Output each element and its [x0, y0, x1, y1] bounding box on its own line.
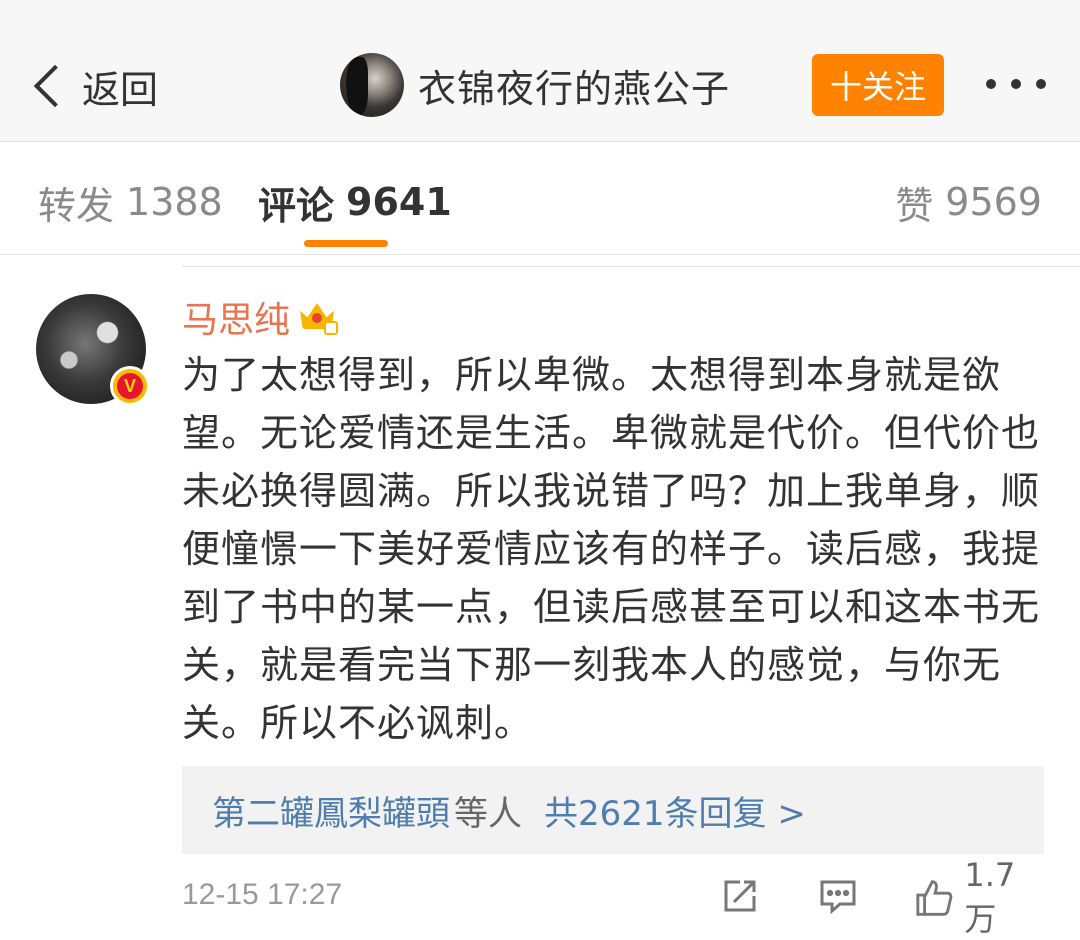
- comment-item: V 马思纯 为了太想得到，所以卑微。太想得到本身就是欲望。无论爱情还是生活。卑微…: [0, 266, 1080, 940]
- share-icon[interactable]: [720, 876, 760, 920]
- tab-like[interactable]: 赞 9569: [895, 177, 1042, 228]
- replies-count[interactable]: 共2621条回复 >: [544, 786, 806, 835]
- like-icon: [916, 880, 953, 916]
- like-button[interactable]: 1.7万: [914, 856, 1044, 938]
- back-chevron-icon: [33, 64, 77, 108]
- tab-comment-label: 评论: [258, 183, 335, 228]
- comment-text: 为了太想得到，所以卑微。太想得到本身就是欲望。无论爱情还是生活。卑微就是代价。但…: [182, 353, 1041, 745]
- active-tab-indicator: [304, 240, 388, 247]
- back-button[interactable]: 返回: [26, 56, 158, 116]
- replies-others: 等人: [454, 793, 522, 834]
- comment-footer: 12-15 17:27 1.7万: [182, 856, 1044, 938]
- replies-names[interactable]: 第二罐鳳梨罐頭: [212, 786, 450, 835]
- avatar[interactable]: [340, 53, 404, 117]
- tab-comment[interactable]: 评论 9641: [258, 177, 452, 228]
- like-count: 1.7万: [964, 856, 1016, 938]
- top-nav-bar: 返回 衣锦夜行的燕公子 十关注: [0, 0, 1080, 142]
- spacer: [0, 256, 1080, 266]
- back-label: 返回: [82, 67, 159, 112]
- tab-like-count: 9569: [945, 180, 1042, 224]
- tab-repost[interactable]: 转发 1388: [38, 177, 223, 228]
- comment-icon[interactable]: [818, 876, 858, 920]
- nav-user[interactable]: 衣锦夜行的燕公子: [340, 52, 730, 118]
- more-dot: [1011, 79, 1021, 89]
- tab-bar: 转发 1388 评论 9641 赞 9569: [0, 143, 1080, 255]
- more-dot: [986, 79, 996, 89]
- commenter-name[interactable]: 马思纯: [182, 291, 290, 343]
- verified-icon: V: [110, 366, 150, 406]
- nav-username[interactable]: 衣锦夜行的燕公子: [418, 58, 730, 113]
- verified-badge-letter: V: [117, 373, 143, 399]
- crown-level-tag: [324, 321, 339, 335]
- crown-gem: [312, 313, 323, 323]
- more-icon[interactable]: [980, 64, 1052, 104]
- tab-comment-count: 9641: [346, 180, 452, 224]
- tab-repost-label: 转发: [38, 183, 115, 228]
- commenter-name-row: 马思纯: [182, 291, 339, 343]
- crown-icon[interactable]: [298, 299, 339, 335]
- follow-button[interactable]: 十关注: [812, 54, 944, 116]
- tab-like-label: 赞: [895, 183, 934, 228]
- comment-time: 12-15 17:27: [182, 878, 343, 911]
- replies-link[interactable]: 第二罐鳳梨罐頭 等人 共2621条回复 >: [182, 766, 1044, 854]
- more-dot: [1036, 79, 1046, 89]
- tab-repost-count: 1388: [126, 180, 223, 224]
- divider: [182, 266, 1080, 267]
